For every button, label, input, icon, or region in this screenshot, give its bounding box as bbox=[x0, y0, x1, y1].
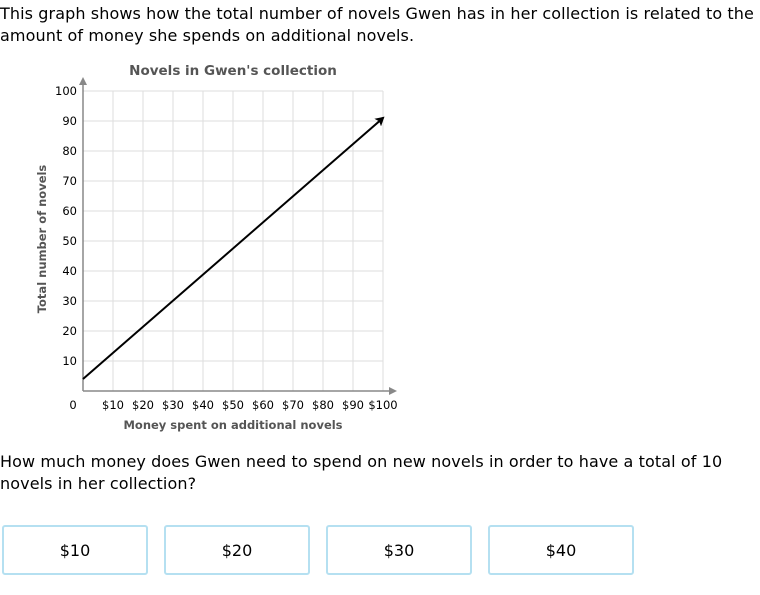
answer-choice-label: $40 bbox=[545, 540, 577, 560]
answer-choices: $10 $20 $30 $40 bbox=[2, 525, 634, 575]
x-axis-title: Money spent on additional novels bbox=[123, 418, 342, 432]
answer-choice-40[interactable]: $40 bbox=[488, 525, 634, 575]
question-intro: This graph shows how the total number of… bbox=[0, 4, 754, 45]
answer-choice-label: $30 bbox=[383, 540, 415, 560]
y-tick-label: 100 bbox=[55, 84, 77, 98]
x-axis-arrow bbox=[389, 387, 397, 395]
answer-choice-10[interactable]: $10 bbox=[2, 525, 148, 575]
x-tick-label: $80 bbox=[312, 398, 334, 412]
y-tick-label: 10 bbox=[62, 354, 77, 368]
y-tick-label: 30 bbox=[62, 294, 77, 308]
y-axis-arrow bbox=[79, 77, 87, 85]
x-tick-label: $40 bbox=[192, 398, 214, 412]
y-tick-label: 70 bbox=[62, 174, 77, 188]
x-tick-label: $50 bbox=[222, 398, 244, 412]
x-tick-label: 0 bbox=[69, 398, 76, 412]
x-tick-label: $100 bbox=[368, 398, 397, 412]
answer-choice-label: $20 bbox=[221, 540, 253, 560]
y-tick-label: 20 bbox=[62, 324, 77, 338]
answer-choice-30[interactable]: $30 bbox=[326, 525, 472, 575]
y-tick-label: 60 bbox=[62, 204, 77, 218]
x-tick-label: $60 bbox=[252, 398, 274, 412]
x-tick-label: $10 bbox=[102, 398, 124, 412]
x-tick-label: $70 bbox=[282, 398, 304, 412]
chart-title: Novels in Gwen's collection bbox=[129, 63, 337, 79]
line-chart: Novels in Gwen's collection 0 $10 $20 $30 $4… bbox=[35, 63, 398, 432]
x-tick-label: $20 bbox=[132, 398, 154, 412]
y-tick-label: 80 bbox=[62, 144, 77, 158]
y-axis-title: Total number of novels bbox=[35, 165, 49, 314]
chart-tick-labels: 0 $10 $20 $30 $40 $50 $60 $70 $80 $90 $100 10 20 30 40… bbox=[55, 84, 398, 412]
x-tick-label: $30 bbox=[162, 398, 184, 412]
y-tick-label: 40 bbox=[62, 264, 77, 278]
y-tick-label: 50 bbox=[62, 234, 77, 248]
x-tick-label: $90 bbox=[342, 398, 364, 412]
y-tick-label: 90 bbox=[62, 114, 77, 128]
answer-choice-label: $10 bbox=[59, 540, 91, 560]
question-text: How much money does Gwen need to spend o… bbox=[0, 452, 723, 493]
chart-axes bbox=[79, 77, 397, 395]
answer-choice-20[interactable]: $20 bbox=[164, 525, 310, 575]
chart-grid bbox=[83, 90, 384, 391]
